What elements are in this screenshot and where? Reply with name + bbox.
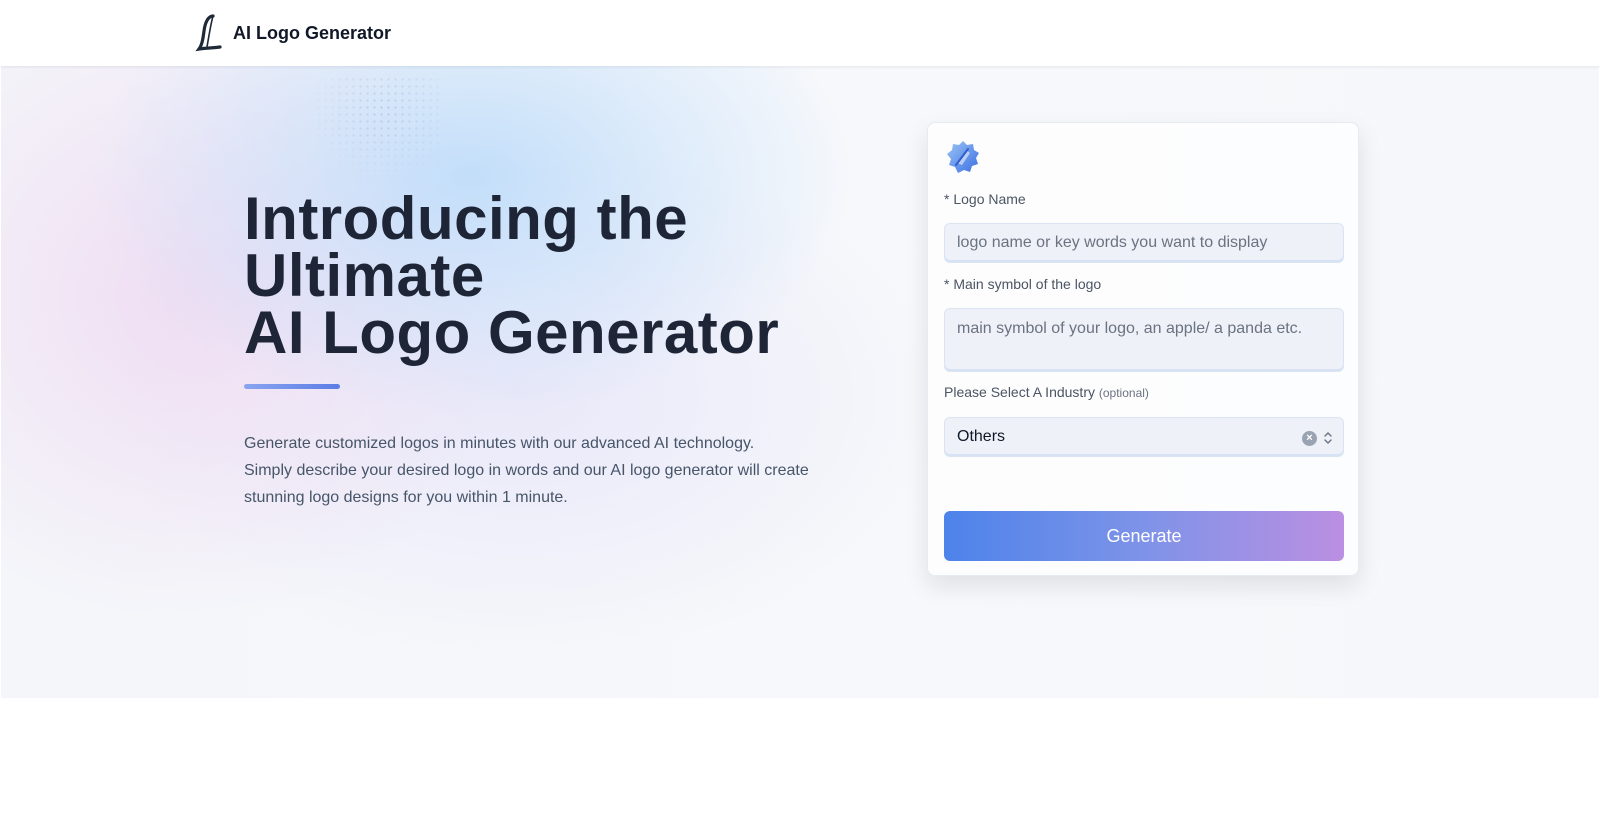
brand-name: AI Logo Generator	[233, 22, 392, 43]
description-line: Simply describe your desired logo in wor…	[244, 462, 809, 479]
main-symbol-label: * Main symbol of the logo	[944, 276, 1102, 292]
industry-selected-value: Others	[957, 428, 1006, 445]
logo-generator-form: * Logo Name logo name or key words you w…	[927, 122, 1359, 576]
headline-line: Ultimate	[244, 242, 485, 309]
headline-underline	[244, 384, 340, 389]
decorative-dots	[301, 76, 441, 186]
logo-name-label: * Logo Name	[944, 191, 1026, 207]
headline-line: AI Logo Generator	[244, 299, 780, 366]
script-letter-l-icon	[195, 14, 222, 52]
description-line: stunning logo designs for you within 1 m…	[244, 489, 568, 506]
top-navigation-bar: AI Logo Generator	[0, 0, 1600, 66]
hero-description: Generate customized logos in minutes wit…	[244, 430, 844, 511]
hero-section: Introducing the Ultimate AI Logo Generat…	[1, 66, 1599, 698]
clear-icon[interactable]: ×	[1302, 430, 1317, 446]
hero-headline: Introducing the Ultimate AI Logo Generat…	[244, 185, 864, 366]
industry-select[interactable]: Others ×	[944, 417, 1344, 457]
chevron-up-down-icon[interactable]	[1323, 430, 1333, 446]
logo-name-input[interactable]: logo name or key words you want to displ…	[944, 223, 1344, 263]
industry-label-text: Please Select A Industry	[944, 384, 1095, 400]
headline-line: Introducing the	[244, 185, 689, 252]
optional-note: (optional)	[1098, 386, 1149, 400]
blue-badge-icon	[947, 141, 979, 173]
select-controls: ×	[1302, 430, 1333, 446]
main-symbol-textarea[interactable]: main symbol of your logo, an apple/ a pa…	[944, 308, 1344, 372]
description-line: Generate customized logos in minutes wit…	[244, 435, 755, 452]
generate-button[interactable]: Generate	[944, 511, 1344, 561]
brand[interactable]: AI Logo Generator	[195, 12, 391, 54]
industry-label: Please Select A Industry (optional)	[944, 384, 1149, 400]
